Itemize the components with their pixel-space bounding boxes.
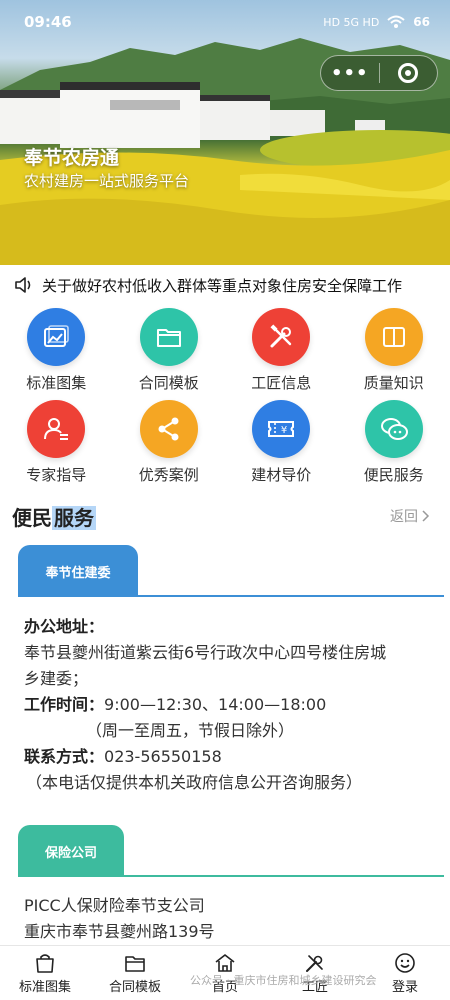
app-title: 奉节农房通 (24, 147, 120, 169)
folder-outline-icon (125, 955, 145, 972)
address-label: 办公地址： (24, 617, 105, 636)
grid-label: 工匠信息 (251, 374, 312, 392)
contact-note: （本电话仅提供本机关政府信息公开咨询服务） (26, 773, 363, 792)
grid-label: 标准图集 (26, 374, 87, 392)
grid-item-standard-atlas[interactable]: 标准图集 (0, 308, 113, 394)
tools-outline-icon (306, 954, 323, 972)
contact-phone[interactable]: 023-56550158 (104, 747, 222, 766)
speaker-icon (15, 277, 31, 293)
address-line1: 奉节县夔州街道紫云街6号行政次中心四号楼住房城 (24, 643, 387, 662)
grid-label: 质量知识 (363, 374, 424, 392)
grid-item-material-prices[interactable]: ¥ 建材导价 (225, 400, 338, 486)
card1-content: 办公地址： 奉节县夔州街道紫云街6号行政次中心四号楼住房城 乡建委； 工作时间：… (24, 614, 386, 796)
hours-value: 9:00—12:30、14:00—18:00 (104, 695, 327, 714)
bag-icon (36, 953, 54, 973)
watermark-text: 公众号 · 重庆市住房和城乡建设研究会 (190, 974, 377, 987)
grid-label: 专家指导 (26, 466, 87, 484)
tab-contract-template[interactable]: 合同模板 (90, 946, 180, 1000)
status-right: HD 5G HD 66 (323, 15, 430, 29)
card-tab-insurance: 保险公司 (18, 825, 124, 877)
section-title: 便民 服务 (12, 502, 96, 531)
grid-item-contract-template[interactable]: 合同模板 (113, 308, 226, 394)
target-ring-icon (398, 63, 419, 83)
card2-content: PICC人保财险奉节支公司 重庆市奉节县夔州路139号 (24, 893, 215, 945)
wifi-icon (387, 15, 405, 28)
grid-item-excellent-cases[interactable]: 优秀案例 (113, 400, 226, 486)
app-subtitle: 农村建房一站式服务平台 (24, 172, 190, 190)
battery-level: 66 (413, 15, 430, 29)
grid-item-expert-guidance[interactable]: 专家指导 (0, 400, 113, 486)
book-icon (364, 308, 423, 366)
mini-program-capsule: ••• (320, 55, 438, 91)
home-icon (215, 953, 235, 972)
grid-label: 建材导价 (251, 466, 312, 484)
card-tab-housing-bureau: 奉节住建委 (18, 545, 138, 597)
card-divider (18, 595, 444, 597)
grid-label: 合同模板 (138, 374, 199, 392)
back-label: 返回 (390, 509, 418, 525)
hero-banner: 09:46 HD 5G HD 66 ••• 奉节农房通 农村建房一站式服务平台 (0, 0, 450, 265)
tab-label: 合同模板 (108, 979, 161, 995)
section-title-b: 服务 (52, 506, 96, 530)
address-line2: 乡建委； (24, 669, 89, 688)
tab-label: 标准图集 (18, 979, 71, 995)
grid-label: 便民服务 (363, 466, 424, 484)
signal-text: HD 5G HD (323, 15, 380, 29)
more-dots-icon: ••• (330, 62, 369, 84)
notice-text: 关于做好农村低收入群体等重点对象住房安全保障工作 (42, 276, 403, 295)
grid-label: 优秀案例 (138, 466, 199, 484)
more-button[interactable]: ••• (321, 56, 379, 90)
insurance-name: PICC人保财险奉节支公司 (24, 896, 205, 915)
back-button[interactable]: 返回 (390, 506, 430, 526)
image-gallery-icon (27, 308, 86, 366)
hours-note: （周一至周五，节假日除外） (86, 721, 295, 740)
chevron-right-icon (422, 510, 430, 522)
folder-icon (139, 308, 198, 366)
status-time: 09:46 (24, 13, 72, 31)
card-divider (18, 875, 444, 877)
notice-bar[interactable]: 关于做好农村低收入群体等重点对象住房安全保障工作 (0, 265, 450, 305)
ticket-yuan-icon: ¥ (252, 400, 311, 458)
tab-standard-atlas[interactable]: 标准图集 (0, 946, 90, 1000)
contact-label: 联系方式： (24, 747, 105, 766)
hours-label: 工作时间： (24, 695, 105, 714)
tools-icon (252, 308, 311, 366)
tab-label: 登录 (391, 979, 418, 995)
grid-item-convenience-service[interactable]: 便民服务 (338, 400, 450, 486)
share-icon (139, 400, 198, 458)
insurance-address: 重庆市奉节县夔州路139号 (24, 922, 215, 941)
feature-grid: 标准图集 合同模板 工匠信息 质量知识 专家指导 优秀案例 ¥ 建材导价 便民服… (0, 308, 450, 486)
section-title-a: 便民 (12, 506, 52, 530)
close-button[interactable] (380, 56, 438, 90)
smile-icon (395, 952, 415, 973)
grid-item-craftsman-info[interactable]: 工匠信息 (225, 308, 338, 394)
svg-text:¥: ¥ (281, 425, 287, 436)
grid-item-quality-knowledge[interactable]: 质量知识 (338, 308, 450, 394)
status-bar: 09:46 HD 5G HD 66 (0, 0, 450, 44)
chat-icon (364, 400, 423, 458)
expert-icon (27, 400, 86, 458)
